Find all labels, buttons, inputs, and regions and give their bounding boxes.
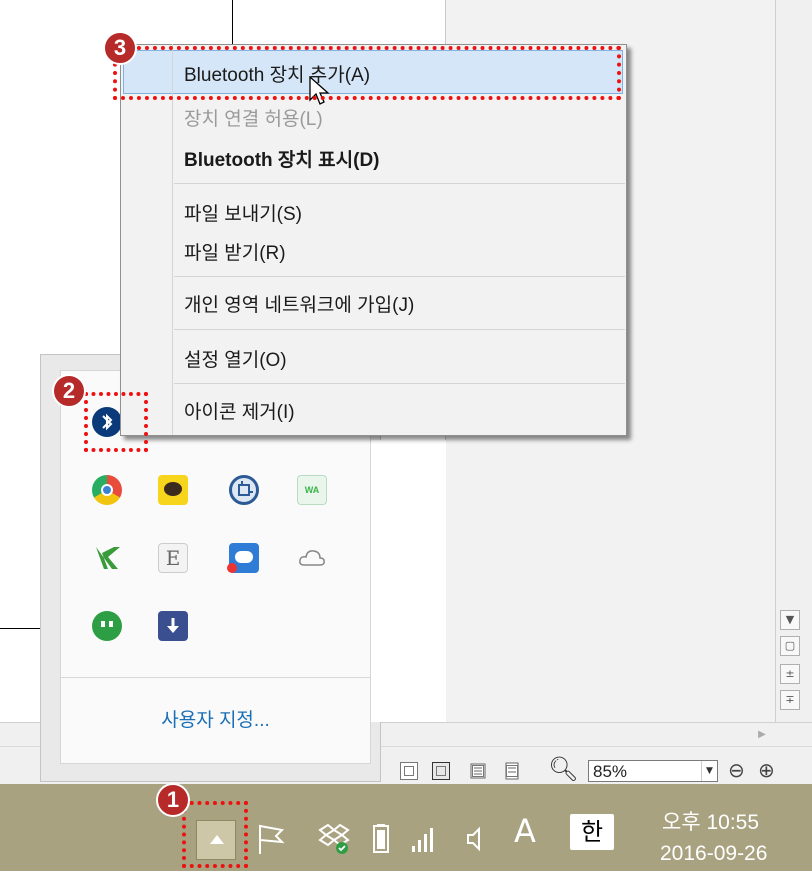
- cloud-storage-icon[interactable]: [227, 543, 259, 573]
- clock-date[interactable]: 2016-09-26: [660, 842, 767, 866]
- zoom-in-icon[interactable]: ⊕: [758, 758, 775, 782]
- annotation-highlight-2: [84, 392, 148, 452]
- menu-item-open-settings[interactable]: 설정 열기(O): [184, 345, 287, 372]
- customize-link[interactable]: 사용자 지정...: [61, 705, 370, 732]
- menu-item-receive-file[interactable]: 파일 받기(R): [184, 238, 286, 265]
- wa-icon[interactable]: WA: [297, 475, 327, 505]
- onedrive-cloud-icon[interactable]: [297, 543, 327, 573]
- annotation-badge-3: 3: [103, 31, 137, 65]
- download-icon[interactable]: [158, 611, 188, 641]
- chevron-down-icon[interactable]: ▼: [701, 761, 717, 781]
- scroll-right-arrow-icon[interactable]: ▶: [752, 725, 772, 745]
- evernote-e-icon[interactable]: E: [158, 543, 188, 573]
- kakaotalk-icon[interactable]: [158, 475, 188, 505]
- menu-item-show-bluetooth-devices[interactable]: Bluetooth 장치 표시(D): [184, 145, 380, 172]
- annotation-highlight-3: [113, 46, 621, 100]
- menu-item-remove-icon[interactable]: 아이콘 제거(I): [184, 397, 295, 424]
- scroll-down-arrow-icon[interactable]: ▼: [780, 610, 800, 630]
- volume-icon[interactable]: [464, 822, 488, 860]
- overflow-divider: [61, 677, 370, 678]
- signal-icon[interactable]: [408, 822, 438, 860]
- menu-separator: [174, 329, 625, 330]
- document-line: [232, 0, 233, 46]
- vpn-icon[interactable]: [92, 543, 122, 573]
- zoom-value: 85%: [593, 762, 628, 781]
- dropbox-icon[interactable]: [316, 822, 350, 860]
- chrome-icon[interactable]: [92, 475, 122, 505]
- outline-view-icon[interactable]: [503, 762, 521, 780]
- ime-mode-icon[interactable]: A: [514, 812, 536, 850]
- menu-separator: [174, 383, 625, 384]
- action-center-flag-icon[interactable]: [256, 822, 286, 860]
- print-layout-view-icon[interactable]: [432, 762, 450, 780]
- zoom-out-icon[interactable]: ⊖: [728, 758, 745, 782]
- web-layout-view-icon[interactable]: [469, 762, 487, 780]
- zoom-combobox[interactable]: 85% ▼: [588, 760, 718, 782]
- menu-item-join-pan[interactable]: 개인 영역 네트워크에 가입(J): [184, 290, 414, 317]
- battery-icon[interactable]: [370, 822, 392, 860]
- zoom-magnifier-icon[interactable]: 🔍︎: [548, 755, 578, 783]
- menu-item-send-file[interactable]: 파일 보내기(S): [184, 199, 302, 226]
- annotation-highlight-1: [182, 801, 248, 868]
- full-screen-view-icon[interactable]: [400, 762, 418, 780]
- hangul-icon[interactable]: 한: [570, 814, 614, 850]
- next-page-icon[interactable]: ∓: [780, 690, 800, 710]
- previous-page-icon[interactable]: ±: [780, 664, 800, 684]
- document-page: [371, 440, 446, 722]
- annotation-badge-1: 1: [156, 783, 190, 817]
- hangouts-icon[interactable]: [92, 611, 122, 641]
- menu-separator: [174, 183, 625, 184]
- annotation-badge-2: 2: [52, 374, 86, 408]
- menu-item-allow-connection: 장치 연결 허용(L): [184, 109, 323, 130]
- menu-gutter-divider: [172, 44, 173, 435]
- select-browse-object-icon[interactable]: ▢: [780, 636, 800, 656]
- screen-capture-icon[interactable]: [229, 475, 259, 505]
- menu-separator: [174, 276, 625, 277]
- clock-time[interactable]: 오후 10:55: [662, 806, 759, 836]
